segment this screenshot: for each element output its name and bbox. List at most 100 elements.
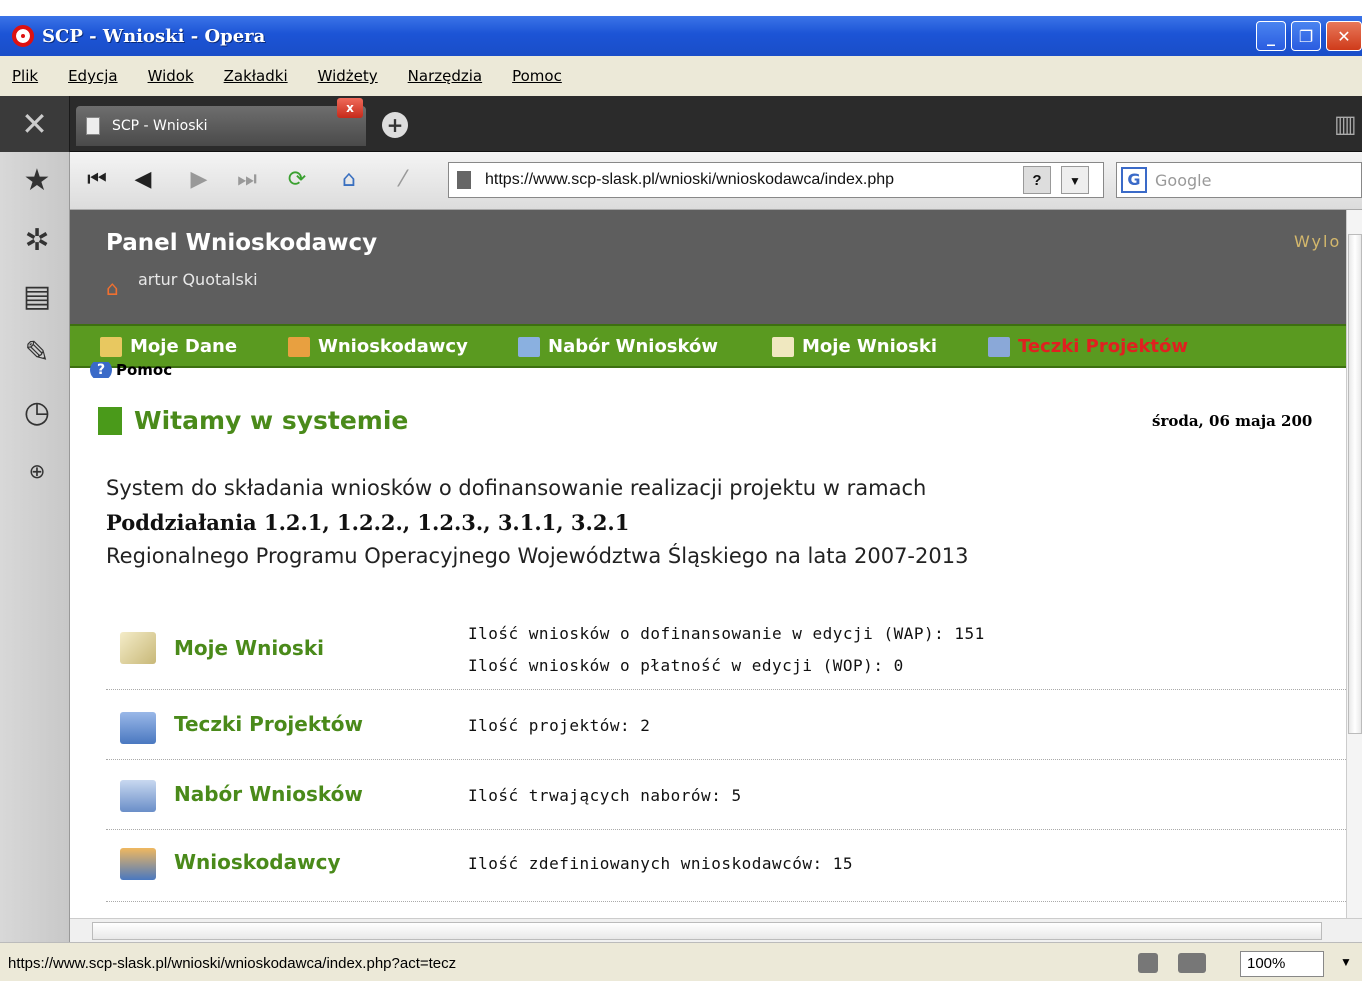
forward-icon[interactable]: ▶ <box>182 162 216 198</box>
summary-link-moje-wnioski[interactable]: Moje Wnioski <box>174 636 324 660</box>
window-title: SCP - Wnioski - Opera <box>42 25 266 47</box>
inbox-icon <box>518 336 540 357</box>
summary-value: Ilość zdefiniowanych wnioskodawców: 15 <box>468 854 854 873</box>
tools-icon[interactable]: ✕ <box>0 96 70 152</box>
navigation-toolbar: ⏮ ◀ ▶ ⏭ ⟳ ⌂ ⁄ https://www.scp-slask.pl/w… <box>70 152 1362 210</box>
summary-row-moje-wnioski: Moje Wnioski Ilość wniosków o dofinansow… <box>106 610 1346 690</box>
transfers-icon[interactable]: ✎ <box>20 336 54 370</box>
scroll-thumb[interactable] <box>92 922 1322 940</box>
summary-link-wnioskodawcy[interactable]: Wnioskodawcy <box>174 850 340 874</box>
user-name: artur Quotalski <box>138 270 258 289</box>
status-url: https://www.scp-slask.pl/wnioski/wniosko… <box>8 955 457 972</box>
inbox-icon <box>120 780 156 812</box>
minimize-button[interactable]: _ <box>1256 21 1286 51</box>
nav-wnioskodawcy[interactable]: Wnioskodawcy <box>288 336 468 357</box>
card-icon <box>100 336 122 357</box>
nav-label: Wnioskodawcy <box>318 336 468 357</box>
intro-line-3: Regionalnego Programu Operacyjnego Wojew… <box>106 544 969 568</box>
current-date: środa, 06 maja 200 <box>1152 412 1313 430</box>
zoom-dropdown-icon[interactable]: ▼ <box>1340 955 1352 969</box>
bookmarks-star-icon[interactable]: ★ <box>20 164 54 198</box>
menu-bar: Plik Edycja Widok Zakładki Widżety Narzę… <box>0 56 1362 96</box>
intro-line-2: Poddziałania 1.2.1, 1.2.2., 1.2.3., 3.1.… <box>106 510 630 535</box>
menu-narzedzia[interactable]: Narzędzia <box>408 67 482 85</box>
menu-edycja[interactable]: Edycja <box>68 67 117 85</box>
side-panel: ★ ✲ ▤ ✎ ◷ ⊕ <box>0 152 70 942</box>
opera-logo-icon <box>12 25 34 47</box>
back-icon[interactable]: ◀ <box>126 162 160 198</box>
nav-pomoc[interactable]: ? Pomoc <box>90 362 172 378</box>
images-toggle-icon[interactable] <box>1178 953 1206 973</box>
new-tab-icon[interactable]: + <box>382 112 408 138</box>
network-icon[interactable] <box>1138 953 1158 973</box>
summary-link-teczki[interactable]: Teczki Projektów <box>174 712 363 736</box>
window-titlebar: SCP - Wnioski - Opera _ ❐ ✕ <box>0 16 1362 56</box>
user-home-icon: ⌂ <box>106 276 119 300</box>
menu-zakladki[interactable]: Zakładki <box>224 67 288 85</box>
summary-value: Ilość projektów: 2 <box>468 716 651 735</box>
summary-row-teczki: Teczki Projektów Ilość projektów: 2 <box>106 690 1346 760</box>
address-bar[interactable]: https://www.scp-slask.pl/wnioski/wniosko… <box>448 162 1104 198</box>
history-clock-icon[interactable]: ◷ <box>20 396 54 430</box>
widgets-gear-icon[interactable]: ✲ <box>20 224 54 258</box>
search-placeholder: Google <box>1155 170 1212 190</box>
page-viewport: Panel Wnioskodawcy ⌂ artur Quotalski Wyl… <box>70 210 1346 918</box>
home-icon[interactable]: ⌂ <box>332 162 366 198</box>
help-icon: ? <box>90 362 112 378</box>
scroll-thumb[interactable] <box>1348 234 1362 734</box>
tab-label: SCP - Wnioski <box>112 118 208 134</box>
help-label: Pomoc <box>116 362 173 378</box>
menu-plik[interactable]: Plik <box>12 67 38 85</box>
add-panel-icon[interactable]: ⊕ <box>20 454 54 488</box>
menu-widzety[interactable]: Widżety <box>318 67 378 85</box>
summary-link-nabor[interactable]: Nabór Wniosków <box>174 782 363 806</box>
vertical-scrollbar[interactable] <box>1346 210 1362 918</box>
logout-link[interactable]: Wylo <box>1294 232 1341 251</box>
welcome-heading: Witamy w systemie <box>98 406 408 435</box>
summary-value: Ilość wniosków o dofinansowanie w edycji… <box>468 624 985 643</box>
users-icon <box>120 848 156 880</box>
welcome-title: Witamy w systemie <box>134 406 409 435</box>
notepad-icon <box>120 632 156 664</box>
fast-forward-icon[interactable]: ⏭ <box>230 162 264 198</box>
site-info-button[interactable]: ? <box>1023 166 1051 194</box>
horizontal-scrollbar[interactable] <box>70 918 1362 942</box>
nav-label: Moje Wnioski <box>802 336 937 357</box>
tab-bar: ✕ SCP - Wnioski <box>0 96 1362 152</box>
page-icon <box>86 117 100 135</box>
users-icon <box>288 336 310 357</box>
nav-label: Nabór Wniosków <box>548 336 719 357</box>
wand-icon[interactable]: ⁄ <box>386 162 420 198</box>
reload-icon[interactable]: ⟳ <box>280 162 314 198</box>
search-field[interactable]: G Google <box>1116 162 1362 198</box>
maximize-button[interactable]: ❐ <box>1291 21 1321 51</box>
page-header: Panel Wnioskodawcy ⌂ artur Quotalski Wyl… <box>70 210 1346 324</box>
google-icon: G <box>1121 167 1147 193</box>
nav-nabor-wnioskow[interactable]: Nabór Wniosków <box>518 336 718 357</box>
nav-moje-dane[interactable]: Moje Dane <box>100 336 237 357</box>
menu-pomoc[interactable]: Pomoc <box>512 67 562 85</box>
summary-value: Ilość wniosków o płatność w edycji (WOP)… <box>468 656 904 675</box>
nav-moje-wnioski[interactable]: Moje Wnioski <box>772 336 937 357</box>
nav-teczki-projektow[interactable]: Teczki Projektów <box>988 336 1188 357</box>
heading-marker <box>98 406 122 435</box>
intro-line-1: System do składania wniosków o dofinanso… <box>106 476 927 500</box>
status-bar: https://www.scp-slask.pl/wnioski/wniosko… <box>0 942 1362 981</box>
address-url: https://www.scp-slask.pl/wnioski/wniosko… <box>485 171 895 188</box>
security-icon <box>457 171 471 189</box>
rewind-icon[interactable]: ⏮ <box>80 162 114 198</box>
menu-widok[interactable]: Widok <box>148 67 194 85</box>
summary-row-nabor: Nabór Wniosków Ilość trwających naborów:… <box>106 760 1346 830</box>
close-tab-icon[interactable]: x <box>337 98 363 118</box>
close-window-button[interactable]: ✕ <box>1326 21 1362 51</box>
tab-scp-wnioski[interactable]: SCP - Wnioski <box>76 106 366 146</box>
folder-icon <box>120 712 156 744</box>
summary-row-wnioskodawcy: Wnioskodawcy Ilość zdefiniowanych wniosk… <box>106 830 1346 902</box>
trash-icon[interactable]: ▥ <box>1334 110 1357 138</box>
folder-icon <box>988 336 1010 357</box>
zoom-field[interactable]: 100% <box>1240 951 1324 977</box>
address-dropdown-icon[interactable]: ▼ <box>1061 166 1089 194</box>
nav-label: Moje Dane <box>130 336 238 357</box>
notepad-icon <box>772 336 794 357</box>
notes-icon[interactable]: ▤ <box>20 280 54 314</box>
